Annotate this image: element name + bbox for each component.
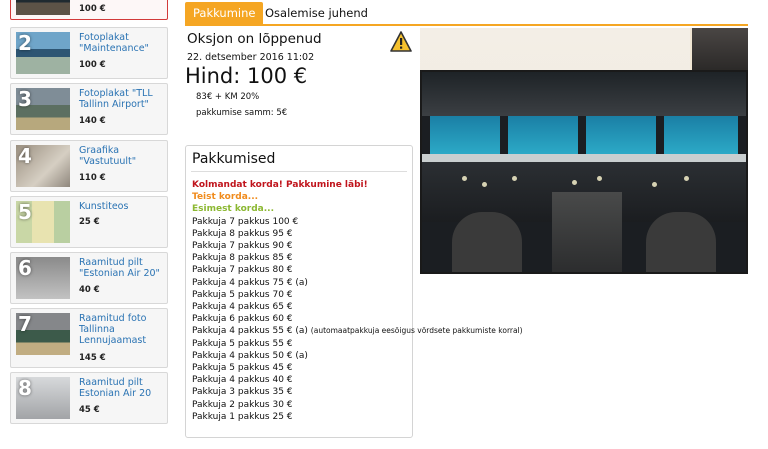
bid-entry: Pakkuja 8 pakkus 85 € bbox=[192, 253, 293, 264]
lot-number: 6 bbox=[18, 257, 32, 280]
bid-entry: Pakkuja 7 pakkus 100 € bbox=[192, 216, 299, 227]
tab-bar: Pakkumine Osalemise juhend bbox=[185, 2, 748, 26]
gauge bbox=[684, 176, 689, 181]
auction-end-datetime: 22. detsember 2016 11:02 bbox=[187, 52, 315, 63]
bid-entry: Pakkuja 4 pakkus 50 € (a) bbox=[192, 350, 308, 361]
auction-price: Hind: 100 € bbox=[185, 64, 308, 88]
lot-thumbnail[interactable]: 8 bbox=[16, 377, 70, 419]
lot-number: 5 bbox=[18, 201, 32, 224]
overhead-panel bbox=[422, 72, 746, 116]
lot-number: 8 bbox=[18, 377, 32, 400]
bid-entry: Pakkuja 7 pakkus 80 € bbox=[192, 265, 293, 276]
autobid-note: (automaatpakkuja eesõigus võrdsete pakku… bbox=[310, 326, 523, 336]
bid-entry: Pakkuja 3 pakkus 35 € bbox=[192, 387, 293, 398]
lot-price: 145 € bbox=[79, 353, 106, 363]
lot-title-link[interactable]: Fotoplakat "TLL Tallinn Airport" bbox=[79, 88, 167, 110]
bid-entry: Pakkuja 4 pakkus 75 € (a) bbox=[192, 277, 308, 288]
lot-card-4[interactable]: 4 Graafika "Vastutuult" 110 € bbox=[10, 140, 168, 192]
gauge bbox=[462, 176, 467, 181]
tab-bidding[interactable]: Pakkumine bbox=[185, 2, 264, 24]
bid-entry: Pakkuja 5 pakkus 45 € bbox=[192, 363, 293, 374]
bid-entry: Pakkuja 4 pakkus 40 € bbox=[192, 375, 293, 386]
lot-sidebar: 100 € 2 Fotoplakat "Maintenance" 100 € 3… bbox=[0, 0, 175, 449]
lot-price: 110 € bbox=[79, 173, 106, 183]
lot-thumbnail[interactable]: 4 bbox=[16, 145, 70, 187]
lot-thumbnail[interactable]: 7 bbox=[16, 313, 70, 355]
bid-entry: Pakkuja 2 pakkus 30 € bbox=[192, 399, 293, 410]
center-pedestal bbox=[552, 192, 622, 272]
lot-card-1[interactable]: 100 € bbox=[10, 0, 168, 20]
gauge bbox=[597, 176, 602, 181]
lot-card-7[interactable]: 7 Raamitud foto Tallinna Lennujaamast 14… bbox=[10, 308, 168, 368]
lot-card-6[interactable]: 6 Raamitud pilt "Estonian Air 20" 40 € bbox=[10, 252, 168, 304]
bid-step: pakkumise samm: 5€ bbox=[196, 108, 288, 118]
lot-number: 2 bbox=[18, 32, 32, 55]
lot-thumbnail[interactable]: 3 bbox=[16, 88, 70, 130]
lot-price: 40 € bbox=[79, 285, 100, 295]
bids-panel: Pakkumised Kolmandat korda! Pakkumine lä… bbox=[185, 145, 523, 438]
horizon bbox=[422, 154, 746, 162]
bid-entry: Pakkuja 6 pakkus 60 € bbox=[192, 314, 293, 325]
pilot-seat-left bbox=[452, 212, 522, 272]
tab-participation-guide[interactable]: Osalemise juhend bbox=[257, 2, 376, 24]
lot-card-3[interactable]: 3 Fotoplakat "TLL Tallinn Airport" 140 € bbox=[10, 83, 168, 135]
lot-card-8[interactable]: 8 Raamitud pilt Estonian Air 20 45 € bbox=[10, 372, 168, 424]
bid-entry: Pakkuja 8 pakkus 95 € bbox=[192, 228, 293, 239]
lot-card-5[interactable]: 5 Kunstiteos 25 € bbox=[10, 196, 168, 248]
lot-title-link[interactable]: Graafika "Vastutuult" bbox=[79, 145, 167, 167]
lot-price: 45 € bbox=[79, 405, 100, 415]
lot-price: 140 € bbox=[79, 116, 106, 126]
bid-entry: Pakkuja 4 pakkus 65 € bbox=[192, 302, 293, 313]
warning-icon bbox=[390, 31, 412, 52]
gauge bbox=[572, 180, 577, 185]
price-breakdown: 83€ + KM 20% bbox=[196, 92, 260, 102]
bids-title: Pakkumised bbox=[192, 151, 276, 167]
lot-price: 25 € bbox=[79, 217, 100, 227]
auction-status: Oksjon on lõppenud bbox=[187, 31, 322, 47]
bid-entry-with-note: Pakkuja 4 pakkus 55 € (a) (automaatpakku… bbox=[192, 325, 523, 337]
lot-thumbnail[interactable]: 2 bbox=[16, 32, 70, 74]
lot-title-link[interactable]: Raamitud pilt "Estonian Air 20" bbox=[79, 257, 167, 279]
bid-entry: Pakkuja 7 pakkus 90 € bbox=[192, 241, 293, 252]
call-first: Esimest korda... bbox=[192, 204, 275, 215]
call-third: Kolmandat korda! Pakkumine läbi! bbox=[192, 180, 368, 190]
bid-entry: Pakkuja 1 pakkus 25 € bbox=[192, 411, 293, 422]
lot-title-link[interactable]: Fotoplakat "Maintenance" bbox=[79, 32, 167, 54]
lot-thumbnail[interactable]: 6 bbox=[16, 257, 70, 299]
lot-price: 100 € bbox=[79, 4, 106, 14]
gauge bbox=[512, 176, 517, 181]
lot-thumbnail[interactable]: 5 bbox=[16, 201, 70, 243]
bid-text: Pakkuja 4 pakkus 55 € (a) bbox=[192, 326, 308, 337]
lot-main-image[interactable] bbox=[420, 28, 748, 274]
lot-price: 100 € bbox=[79, 60, 106, 70]
lot-number: 4 bbox=[18, 145, 32, 168]
lot-title-link[interactable]: Raamitud pilt Estonian Air 20 bbox=[79, 377, 167, 399]
lot-card-2[interactable]: 2 Fotoplakat "Maintenance" 100 € bbox=[10, 27, 168, 79]
gauge bbox=[482, 182, 487, 187]
lot-title-link[interactable]: Kunstiteos bbox=[79, 201, 167, 212]
bid-entry: Pakkuja 5 pakkus 55 € bbox=[192, 338, 293, 349]
cockpit-poster bbox=[422, 72, 746, 272]
image-frame-corner bbox=[692, 28, 748, 72]
divider bbox=[191, 171, 407, 172]
pilot-seat-right bbox=[646, 212, 716, 272]
bid-entry: Pakkuja 5 pakkus 70 € bbox=[192, 289, 293, 300]
lot-thumbnail[interactable] bbox=[16, 0, 70, 15]
call-second: Teist korda... bbox=[192, 192, 259, 203]
lot-title-link[interactable]: Raamitud foto Tallinna Lennujaamast bbox=[79, 313, 167, 346]
bid-list: Kolmandat korda! Pakkumine läbi! Teist k… bbox=[192, 179, 523, 423]
gauge bbox=[652, 182, 657, 187]
lot-number: 7 bbox=[18, 313, 32, 336]
lot-number: 3 bbox=[18, 88, 32, 111]
